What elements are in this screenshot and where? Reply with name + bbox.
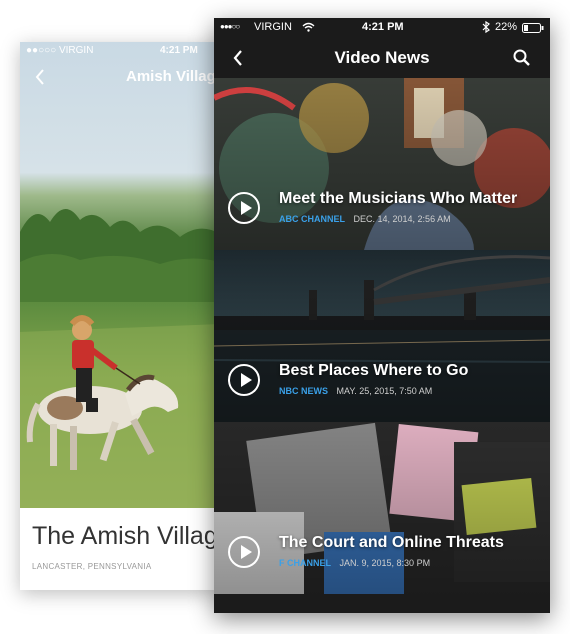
page-title: Video News bbox=[334, 48, 430, 67]
date-label: MAY. 25, 2015, 7:50 AM bbox=[336, 386, 433, 396]
article-caption: The Amish Village LANCASTER, PENNSYLVANI… bbox=[20, 508, 220, 590]
channel-label[interactable]: NBC NEWS bbox=[279, 386, 328, 396]
front-phone-screen: ●●●○○ VIRGIN 4:21 PM 22% Video News Meet… bbox=[214, 18, 550, 613]
back-screen-header: Amish Village bbox=[20, 60, 220, 94]
front-status-bar: ●●●○○ VIRGIN 4:21 PM 22% bbox=[214, 18, 550, 38]
battery-percentage: 22% bbox=[495, 21, 518, 33]
video-card-best-places[interactable]: Best Places Where to Go NBC NEWS MAY. 25… bbox=[214, 250, 550, 422]
bluetooth-icon bbox=[482, 20, 490, 36]
play-icon[interactable] bbox=[228, 536, 260, 568]
video-title: Meet the Musicians Who Matter bbox=[279, 190, 518, 207]
video-meta: NBC NEWS MAY. 25, 2015, 7:50 AM bbox=[279, 386, 432, 396]
carrier-label: ●●○○○ VIRGIN bbox=[26, 45, 94, 56]
front-screen-header: Video News bbox=[214, 38, 550, 78]
video-meta: ABC CHANNEL DEC. 14, 2014, 2:56 AM bbox=[279, 214, 451, 224]
back-status-bar: ●●○○○ VIRGIN 4:21 PM bbox=[20, 42, 220, 60]
trees-background bbox=[20, 208, 220, 302]
amish-village-photo bbox=[20, 42, 220, 508]
article-location: LANCASTER, PENNSYLVANIA bbox=[32, 562, 152, 571]
video-card-musicians[interactable]: Meet the Musicians Who Matter ABC CHANNE… bbox=[214, 78, 550, 250]
boy-on-pony-illustration bbox=[20, 315, 220, 508]
back-phone-screen: ●●○○○ VIRGIN 4:21 PM Amish Village The A… bbox=[20, 42, 220, 590]
wifi-icon bbox=[302, 22, 315, 35]
carrier-label: VIRGIN bbox=[254, 21, 292, 33]
status-time: 4:21 PM bbox=[362, 21, 404, 33]
play-icon[interactable] bbox=[228, 192, 260, 224]
article-title[interactable]: The Amish Village bbox=[32, 522, 220, 551]
date-label: JAN. 9, 2015, 8:30 PM bbox=[339, 558, 431, 568]
video-title: The Court and Online Threats bbox=[279, 534, 504, 551]
battery-icon bbox=[522, 23, 544, 36]
status-time: 4:21 PM bbox=[160, 45, 198, 56]
video-meta: F CHANNEL JAN. 9, 2015, 8:30 PM bbox=[279, 558, 430, 568]
date-label: DEC. 14, 2014, 2:56 AM bbox=[353, 214, 451, 224]
channel-label[interactable]: ABC CHANNEL bbox=[279, 214, 345, 224]
channel-label[interactable]: F CHANNEL bbox=[279, 558, 331, 568]
search-icon[interactable] bbox=[513, 49, 531, 72]
video-title: Best Places Where to Go bbox=[279, 362, 469, 379]
video-card-court-threats[interactable]: The Court and Online Threats F CHANNEL J… bbox=[214, 422, 550, 594]
back-chevron-icon[interactable] bbox=[34, 68, 46, 91]
play-icon[interactable] bbox=[228, 364, 260, 396]
back-screen-title: Amish Village bbox=[126, 68, 220, 85]
signal-strength: ●●●○○ bbox=[220, 22, 240, 31]
